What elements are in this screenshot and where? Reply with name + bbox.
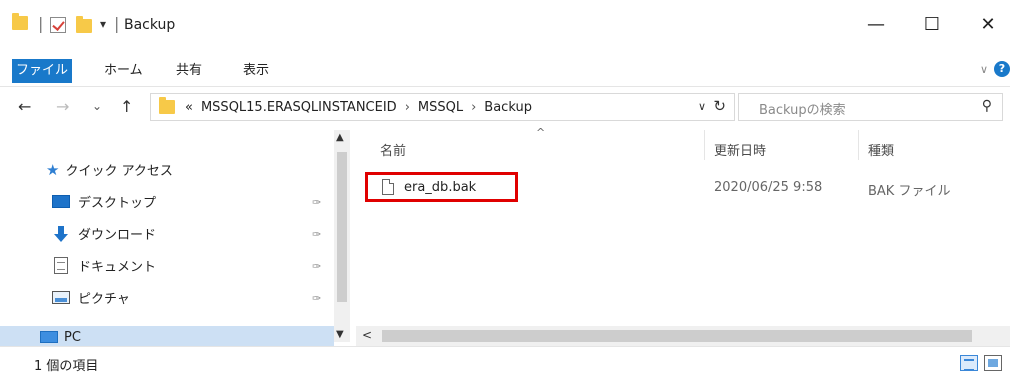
forward-button[interactable]: → [56,97,69,116]
window-title: Backup [124,17,176,33]
sort-ascending-icon: ^ [536,126,546,139]
tab-home[interactable]: ホーム [104,59,143,83]
pin-icon[interactable]: ✑ [312,292,321,305]
navigation-bar: ← → ⌄ ↑ « MSSQL15.ERASQLINSTANCEID › MSS… [0,86,1010,126]
pin-icon[interactable]: ✑ [312,260,321,273]
star-icon: ★ [46,160,60,179]
sidebar-item-label: ドキュメント [78,260,157,275]
sidebar-item-label: デスクトップ [78,196,157,211]
address-bar[interactable]: « MSSQL15.ERASQLINSTANCEID › MSSQL › Bac… [150,93,735,121]
pictures-icon [52,291,70,304]
breadcrumb-separator[interactable]: › [405,100,410,115]
document-icon [54,257,68,274]
column-divider[interactable] [858,130,859,160]
scroll-left-icon[interactable]: < [362,328,372,342]
status-bar: 1 個の項目 [0,346,1010,379]
breadcrumb-separator[interactable]: › [471,100,476,115]
help-icon[interactable]: ? [994,61,1010,77]
column-header-modified[interactable]: 更新日時 [714,140,766,159]
tab-file[interactable]: ファイル [12,59,72,83]
column-divider[interactable] [704,130,705,160]
pin-icon[interactable]: ✑ [312,228,321,241]
scroll-down-icon[interactable]: ▼ [336,329,344,340]
close-button[interactable]: ✕ [968,14,1008,35]
desktop-icon [52,195,70,208]
file-modified-date: 2020/06/25 9:58 [714,180,823,195]
new-folder-icon[interactable] [76,16,92,33]
search-input[interactable]: Backupの検索 ⚲ [738,93,1003,121]
title-bar: | ▾ | Backup — ☐ ✕ [0,0,1010,54]
item-count: 1 個の項目 [34,359,99,374]
download-icon [52,225,70,242]
search-icon[interactable]: ⚲ [982,98,992,114]
sidebar-item-downloads[interactable]: ダウンロード [52,224,156,243]
search-placeholder: Backupの検索 [759,103,846,118]
file-icon [382,179,394,195]
maximize-button[interactable]: ☐ [912,14,952,35]
file-name[interactable]: era_db.bak [404,180,476,195]
sidebar-item-documents[interactable]: ドキュメント [54,256,156,275]
breadcrumb-backup[interactable]: Backup [484,100,532,115]
file-type: BAK ファイル [868,184,951,199]
ribbon: ファイル ホーム 共有 表示 ∨ ? [0,54,1010,84]
sidebar-item-this-pc[interactable]: PC [0,326,334,348]
column-header-name[interactable]: 名前 [380,140,406,159]
navigation-pane: ★ クイック アクセス デスクトップ ✑ ダウンロード ✑ ドキュメント ✑ ピ… [0,126,332,326]
scroll-up-icon[interactable]: ▲ [336,132,344,143]
toolbar-separator: | [38,14,44,33]
navigation-pane-scrollbar[interactable]: ▲ ▼ [334,130,350,342]
sidebar-item-label: クイック アクセス [65,164,173,179]
sidebar-item-pictures[interactable]: ピクチャ [52,288,130,307]
details-view-icon[interactable] [960,355,978,371]
expand-ribbon-icon[interactable]: ∨ [980,63,988,76]
sidebar-item-label: ダウンロード [78,228,157,243]
breadcrumb-overflow[interactable]: « [185,100,193,115]
title-separator: | [114,14,120,33]
sidebar-item-label: ピクチャ [78,292,130,307]
folder-icon[interactable] [12,13,28,30]
recent-locations-icon[interactable]: ⌄ [92,99,102,113]
up-button[interactable]: ↑ [120,97,133,116]
refresh-icon[interactable]: ↻ [713,97,726,115]
back-button[interactable]: ← [18,97,31,116]
sidebar-item-desktop[interactable]: デスクトップ [52,192,156,211]
large-icons-view-icon[interactable] [984,355,1002,371]
tab-view[interactable]: 表示 [243,59,269,83]
sidebar-item-quick-access[interactable]: ★ クイック アクセス [46,160,173,180]
pin-icon[interactable]: ✑ [312,196,321,209]
highlighted-file[interactable]: era_db.bak [365,172,518,202]
customize-toolbar-dropdown[interactable]: ▾ [100,17,106,31]
properties-check-icon[interactable] [50,17,66,33]
computer-icon [40,331,58,343]
file-list-scrollbar[interactable]: < [356,326,1010,346]
column-header-type[interactable]: 種類 [868,140,894,159]
address-dropdown-icon[interactable]: ∨ [698,100,706,113]
breadcrumb-mssql[interactable]: MSSQL [418,100,463,115]
sidebar-item-label: PC [64,329,81,345]
folder-icon [159,97,175,114]
breadcrumb-mssql15[interactable]: MSSQL15.ERASQLINSTANCEID [201,100,397,115]
scrollbar-thumb[interactable] [382,330,972,342]
minimize-button[interactable]: — [856,14,896,35]
scrollbar-thumb[interactable] [337,152,347,302]
tab-share[interactable]: 共有 [176,59,202,83]
quick-access-toolbar [12,13,28,30]
